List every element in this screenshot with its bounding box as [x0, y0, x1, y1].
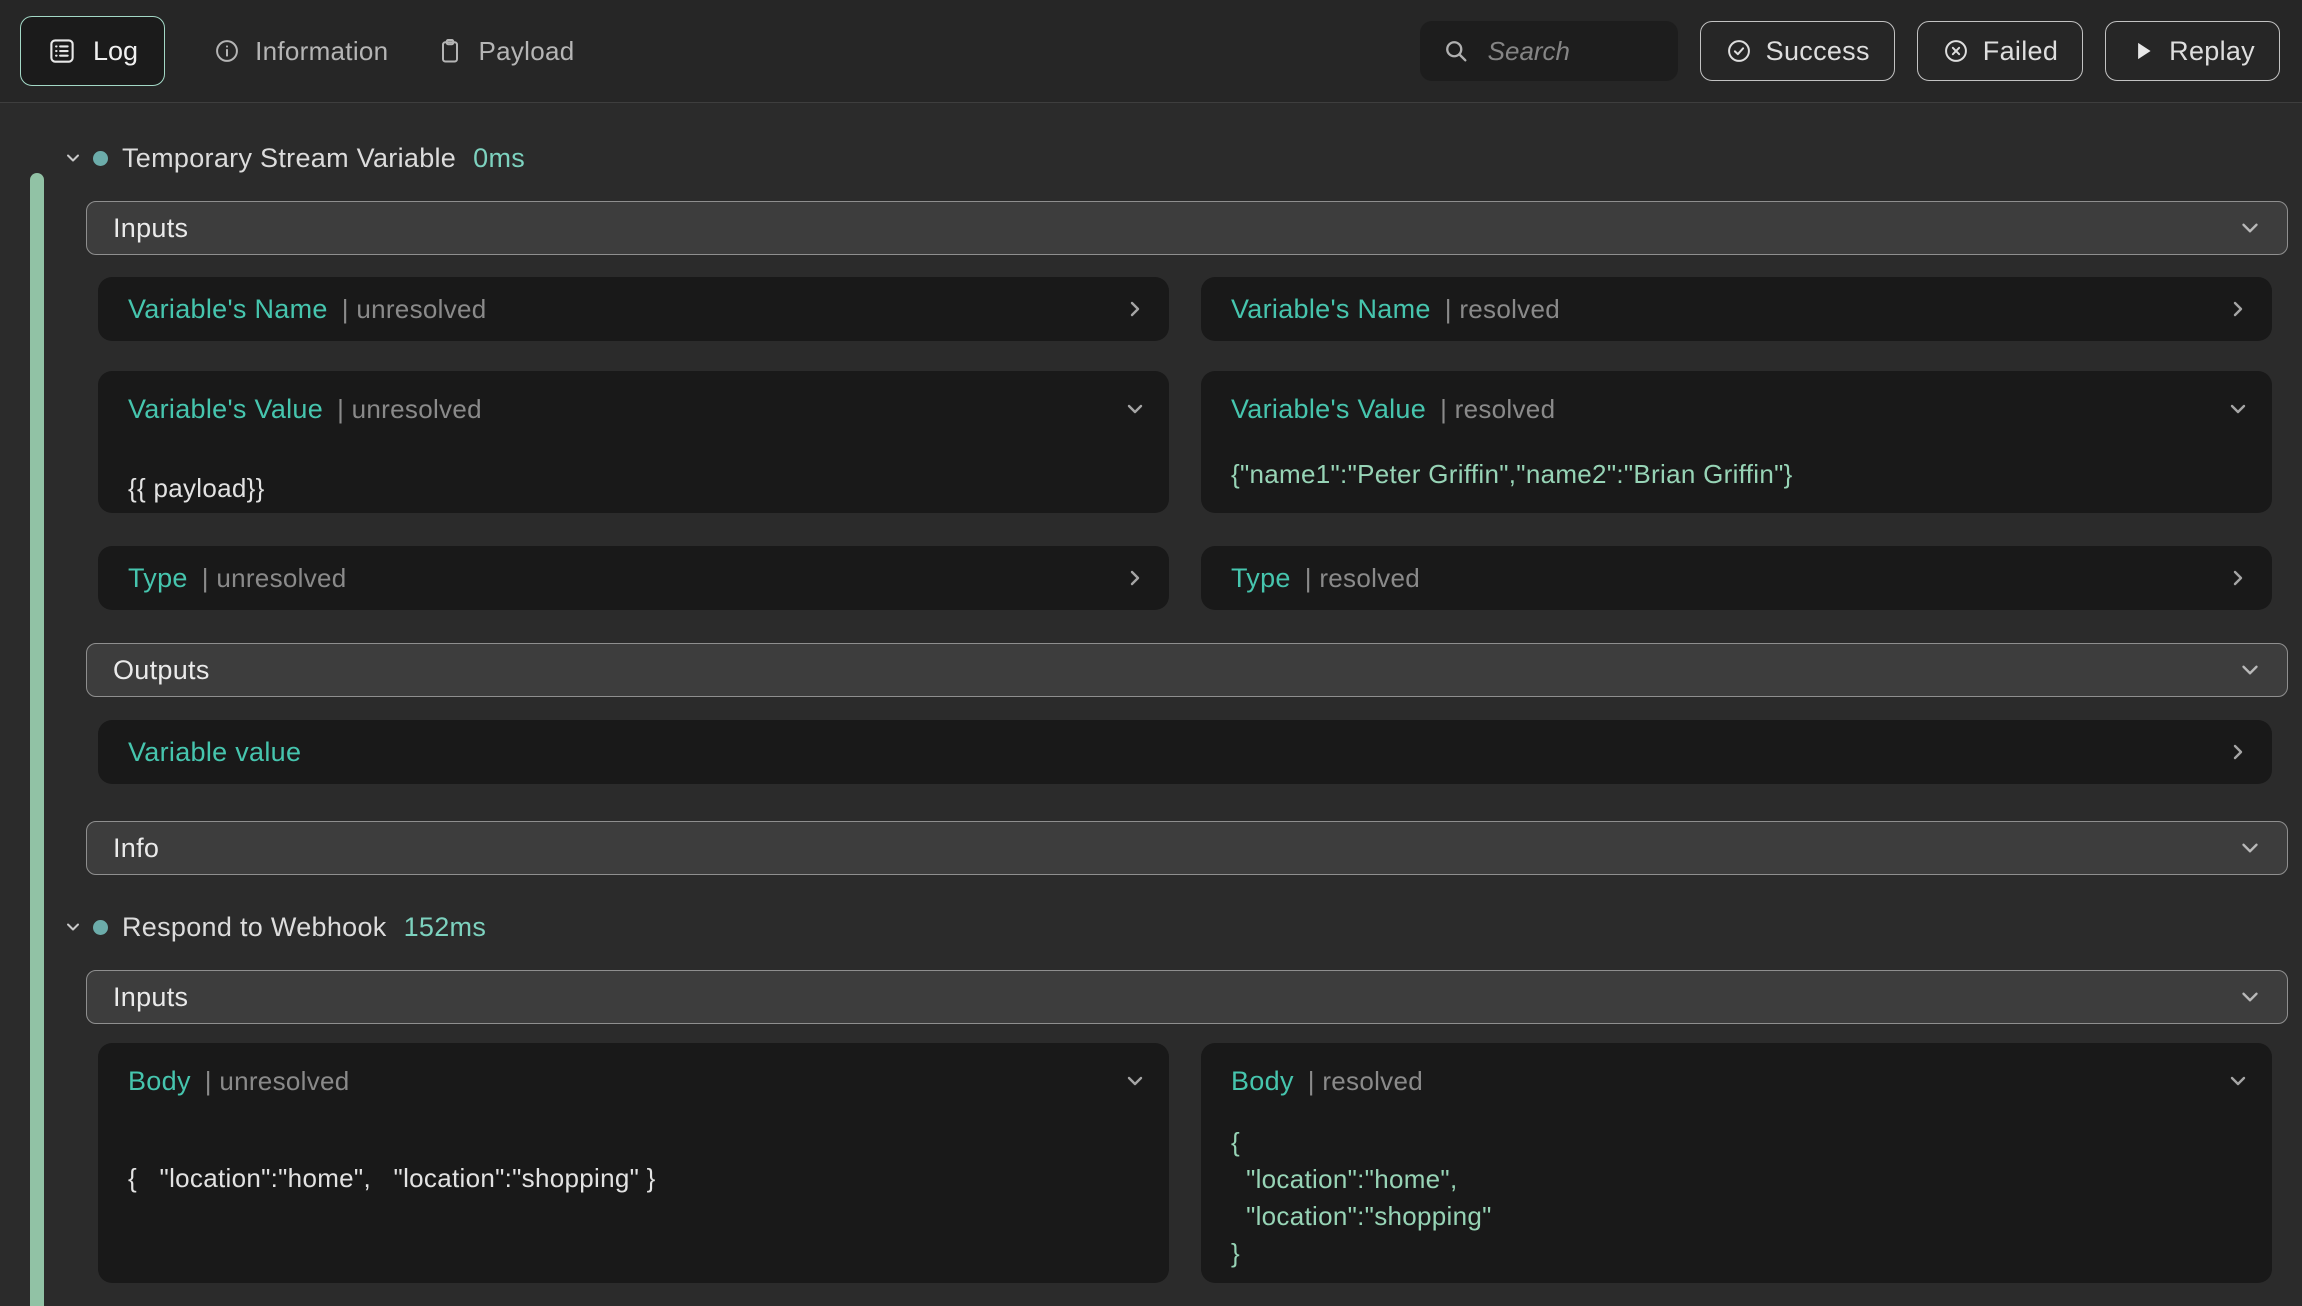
field-label: Body — [128, 1066, 191, 1097]
group-bar-label: Info — [113, 833, 159, 864]
failed-filter-button[interactable]: Failed — [1917, 21, 2083, 81]
group-bar-label: Inputs — [113, 982, 188, 1013]
field-row-type-unresolved[interactable]: Type | unresolved — [98, 546, 1169, 610]
field-value: {{ payload}} — [128, 470, 1147, 507]
field-value: { "location":"home", "location":"shoppin… — [128, 1160, 1147, 1197]
field-state: | resolved — [1440, 394, 1555, 425]
field-row-variables-value-resolved[interactable]: Variable's Value | resolved {"name1":"Pe… — [1201, 371, 2272, 513]
tab-log[interactable]: Log — [20, 16, 165, 86]
field-row-body-unresolved[interactable]: Body | unresolved { "location":"home", "… — [98, 1043, 1169, 1283]
chevron-down-icon — [1123, 1069, 1147, 1093]
section-header-temporary-stream-variable[interactable]: Temporary Stream Variable 0ms — [62, 137, 2288, 179]
success-filter-label: Success — [1766, 36, 1870, 67]
field-state: | unresolved — [202, 563, 347, 594]
log-list-icon — [47, 36, 77, 66]
topbar: Log Information Payload — [0, 0, 2302, 103]
node-status-dot — [93, 151, 108, 166]
clipboard-icon — [436, 37, 464, 65]
field-label: Type — [1231, 563, 1291, 594]
chevron-down-icon — [62, 148, 84, 168]
field-label: Body — [1231, 1066, 1294, 1097]
group-bar-inputs[interactable]: Inputs — [86, 201, 2288, 255]
field-row-type-resolved[interactable]: Type | resolved — [1201, 546, 2272, 610]
chevron-right-icon — [2226, 297, 2250, 321]
field-row-variable-value-output[interactable]: Variable value — [98, 720, 2272, 784]
chevron-down-icon — [1123, 397, 1147, 421]
chevron-right-icon — [1123, 566, 1147, 590]
tab-information-label: Information — [255, 36, 388, 67]
timeline-bar — [30, 173, 44, 1306]
field-row-variables-name-resolved[interactable]: Variable's Name | resolved — [1201, 277, 2272, 341]
field-state: | resolved — [1445, 294, 1560, 325]
chevron-down-icon — [2237, 657, 2263, 683]
topbar-actions: Success Failed Replay — [1420, 21, 2280, 81]
field-state: | unresolved — [337, 394, 482, 425]
section-duration: 152ms — [404, 912, 487, 943]
replay-button[interactable]: Replay — [2105, 21, 2280, 81]
field-label: Variable value — [128, 737, 301, 768]
section-header-respond-to-webhook[interactable]: Respond to Webhook 152ms — [62, 906, 2288, 948]
node-status-dot — [93, 920, 108, 935]
search-icon — [1442, 37, 1470, 65]
group-bar-inputs[interactable]: Inputs — [86, 970, 2288, 1024]
field-label: Variable's Name — [128, 294, 328, 325]
failed-filter-label: Failed — [1983, 36, 2058, 67]
field-state: | unresolved — [342, 294, 487, 325]
x-circle-icon — [1942, 37, 1970, 65]
field-state: | unresolved — [205, 1066, 350, 1097]
field-row-variables-name-unresolved[interactable]: Variable's Name | unresolved — [98, 277, 1169, 341]
field-label: Variable's Value — [128, 394, 323, 425]
info-circle-icon — [213, 37, 241, 65]
field-state: | resolved — [1305, 563, 1420, 594]
chevron-down-icon — [2226, 1069, 2250, 1093]
section-duration: 0ms — [473, 143, 525, 174]
group-bar-label: Outputs — [113, 655, 210, 686]
group-bar-label: Inputs — [113, 213, 188, 244]
search-input[interactable] — [1488, 36, 1656, 67]
tab-information[interactable]: Information — [213, 36, 388, 67]
field-label: Variable's Name — [1231, 294, 1431, 325]
field-value: { "location":"home", "location":"shoppin… — [1231, 1124, 2250, 1272]
success-filter-button[interactable]: Success — [1700, 21, 1895, 81]
field-label: Variable's Value — [1231, 394, 1426, 425]
tab-payload-label: Payload — [478, 36, 574, 67]
chevron-right-icon — [2226, 566, 2250, 590]
chevron-down-icon — [62, 917, 84, 937]
tab-payload[interactable]: Payload — [436, 36, 574, 67]
chevron-down-icon — [2237, 215, 2263, 241]
replay-label: Replay — [2169, 36, 2255, 67]
chevron-right-icon — [1123, 297, 1147, 321]
log-area: Temporary Stream Variable 0ms Inputs Var… — [0, 137, 2302, 1306]
chevron-down-icon — [2237, 835, 2263, 861]
field-row-variables-value-unresolved[interactable]: Variable's Value | unresolved {{ payload… — [98, 371, 1169, 513]
field-value: {"name1":"Peter Griffin","name2":"Brian … — [1231, 456, 2250, 493]
field-state: | resolved — [1308, 1066, 1423, 1097]
tab-log-label: Log — [93, 36, 138, 67]
chevron-down-icon — [2226, 397, 2250, 421]
chevron-right-icon — [2226, 740, 2250, 764]
chevron-down-icon — [2237, 984, 2263, 1010]
play-icon — [2130, 38, 2156, 64]
field-label: Type — [128, 563, 188, 594]
search-box[interactable] — [1420, 21, 1678, 81]
field-row-body-resolved[interactable]: Body | resolved { "location":"home", "lo… — [1201, 1043, 2272, 1283]
section-title: Temporary Stream Variable — [122, 143, 456, 174]
check-circle-icon — [1725, 37, 1753, 65]
group-bar-info[interactable]: Info — [86, 821, 2288, 875]
section-title: Respond to Webhook — [122, 912, 387, 943]
group-bar-outputs[interactable]: Outputs — [86, 643, 2288, 697]
